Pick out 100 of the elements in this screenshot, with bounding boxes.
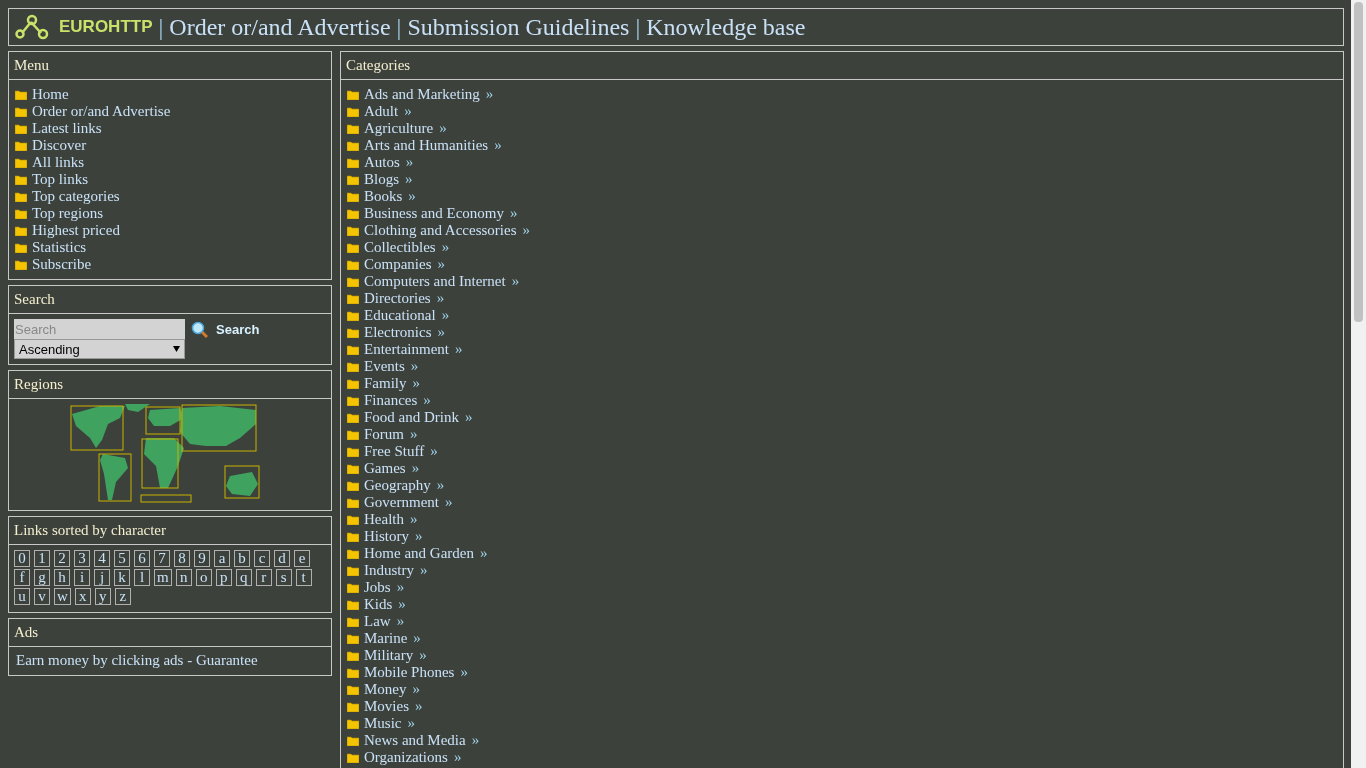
menu-link[interactable]: Highest priced [15,222,325,239]
region-area[interactable] [140,494,192,503]
header-link[interactable]: Order or/and Advertise [169,13,391,41]
menu-link[interactable]: Order or/and Advertise [15,103,325,120]
category-link[interactable]: History » [347,528,1337,545]
region-area[interactable] [181,404,257,452]
character-link[interactable]: j [94,569,110,586]
character-link[interactable]: h [54,569,70,586]
character-link[interactable]: e [294,550,310,567]
category-link[interactable]: Money » [347,681,1337,698]
category-link[interactable]: Health » [347,511,1337,528]
character-link[interactable]: s [275,569,292,586]
category-link[interactable]: Forum » [347,426,1337,443]
category-link[interactable]: Industry » [347,562,1337,579]
character-link[interactable]: 3 [74,550,90,567]
scrollbar-thumb[interactable] [1354,2,1363,322]
character-link[interactable]: x [74,588,91,605]
character-link[interactable]: k [114,569,130,586]
category-link[interactable]: Marine » [347,630,1337,647]
character-link[interactable]: 2 [54,550,70,567]
category-link[interactable]: Military » [347,647,1337,664]
character-link[interactable]: q [235,569,252,586]
category-link[interactable]: Ads and Marketing » [347,86,1337,103]
character-link[interactable]: t [295,569,312,586]
character-link[interactable]: g [34,569,50,586]
category-link[interactable]: Food and Drink » [347,409,1337,426]
character-link[interactable]: 0 [14,550,30,567]
category-link[interactable]: Jobs » [347,579,1337,596]
category-link[interactable]: Kids » [347,596,1337,613]
character-link[interactable]: 7 [154,550,170,567]
menu-link[interactable]: Top regions [15,205,325,222]
character-link[interactable]: u [14,588,30,605]
character-link[interactable]: 5 [114,550,130,567]
category-link[interactable]: Business and Economy » [347,205,1337,222]
category-link[interactable]: Family » [347,375,1337,392]
character-link[interactable]: 4 [94,550,110,567]
menu-link[interactable]: Top links [15,171,325,188]
category-link[interactable]: News and Media » [347,732,1337,749]
region-area[interactable] [145,406,181,435]
character-link[interactable]: 1 [34,550,50,567]
category-link[interactable]: Books » [347,188,1337,205]
region-area[interactable] [141,438,179,489]
category-link[interactable]: Autos » [347,154,1337,171]
category-link[interactable]: Educational » [347,307,1337,324]
character-link[interactable]: n [175,569,192,586]
character-link[interactable]: a [214,550,230,567]
region-area[interactable] [70,405,124,451]
search-button[interactable]: Search [189,319,260,339]
menu-link[interactable]: All links [15,154,325,171]
character-link[interactable]: b [234,550,250,567]
character-link[interactable]: p [215,569,232,586]
category-link[interactable]: Games » [347,460,1337,477]
character-link[interactable]: y [94,588,111,605]
menu-link[interactable]: Statistics [15,239,325,256]
category-link[interactable]: Law » [347,613,1337,630]
category-link[interactable]: Electronics » [347,324,1337,341]
character-link[interactable]: f [14,569,30,586]
character-link[interactable]: l [134,569,150,586]
category-link[interactable]: Companies » [347,256,1337,273]
category-link[interactable]: Entertainment » [347,341,1337,358]
character-link[interactable]: v [34,588,50,605]
menu-link[interactable]: Top categories [15,188,325,205]
menu-link[interactable]: Home [15,86,325,103]
character-link[interactable]: 6 [134,550,150,567]
scrollbar[interactable] [1351,0,1366,768]
category-link[interactable]: Home and Garden » [347,545,1337,562]
character-link[interactable]: d [274,550,290,567]
category-link[interactable]: Agriculture » [347,120,1337,137]
character-link[interactable]: o [195,569,212,586]
category-link[interactable]: Adult » [347,103,1337,120]
category-link[interactable]: Directories » [347,290,1337,307]
menu-link[interactable]: Subscribe [15,256,325,273]
category-link[interactable]: Finances » [347,392,1337,409]
character-link[interactable]: r [255,569,272,586]
category-link[interactable]: Computers and Internet » [347,273,1337,290]
category-link[interactable]: Collectibles » [347,239,1337,256]
brand-link[interactable]: EUROHTTP [59,17,153,37]
region-area[interactable] [224,465,260,499]
character-link[interactable]: m [154,569,172,586]
category-link[interactable]: Events » [347,358,1337,375]
category-link[interactable]: Music » [347,715,1337,732]
category-link[interactable]: Geography » [347,477,1337,494]
search-field[interactable]: Search [14,319,185,339]
region-area[interactable] [98,453,132,502]
category-link[interactable]: Clothing and Accessories » [347,222,1337,239]
category-link[interactable]: Organizations » [347,749,1337,766]
category-link[interactable]: Free Stuff » [347,443,1337,460]
character-link[interactable]: 8 [174,550,190,567]
ad-link[interactable]: Earn money by clicking ads - Guarantee [9,647,331,675]
menu-link[interactable]: Discover [15,137,325,154]
category-link[interactable]: Blogs » [347,171,1337,188]
category-link[interactable]: Movies » [347,698,1337,715]
category-link[interactable]: Government » [347,494,1337,511]
header-link[interactable]: Submission Guidelines [407,13,630,41]
sort-select[interactable]: Ascending [14,339,185,359]
character-link[interactable]: c [254,550,270,567]
category-link[interactable]: Mobile Phones » [347,664,1337,681]
character-link[interactable]: w [54,588,71,605]
category-link[interactable]: Arts and Humanities » [347,137,1337,154]
character-link[interactable]: i [74,569,90,586]
